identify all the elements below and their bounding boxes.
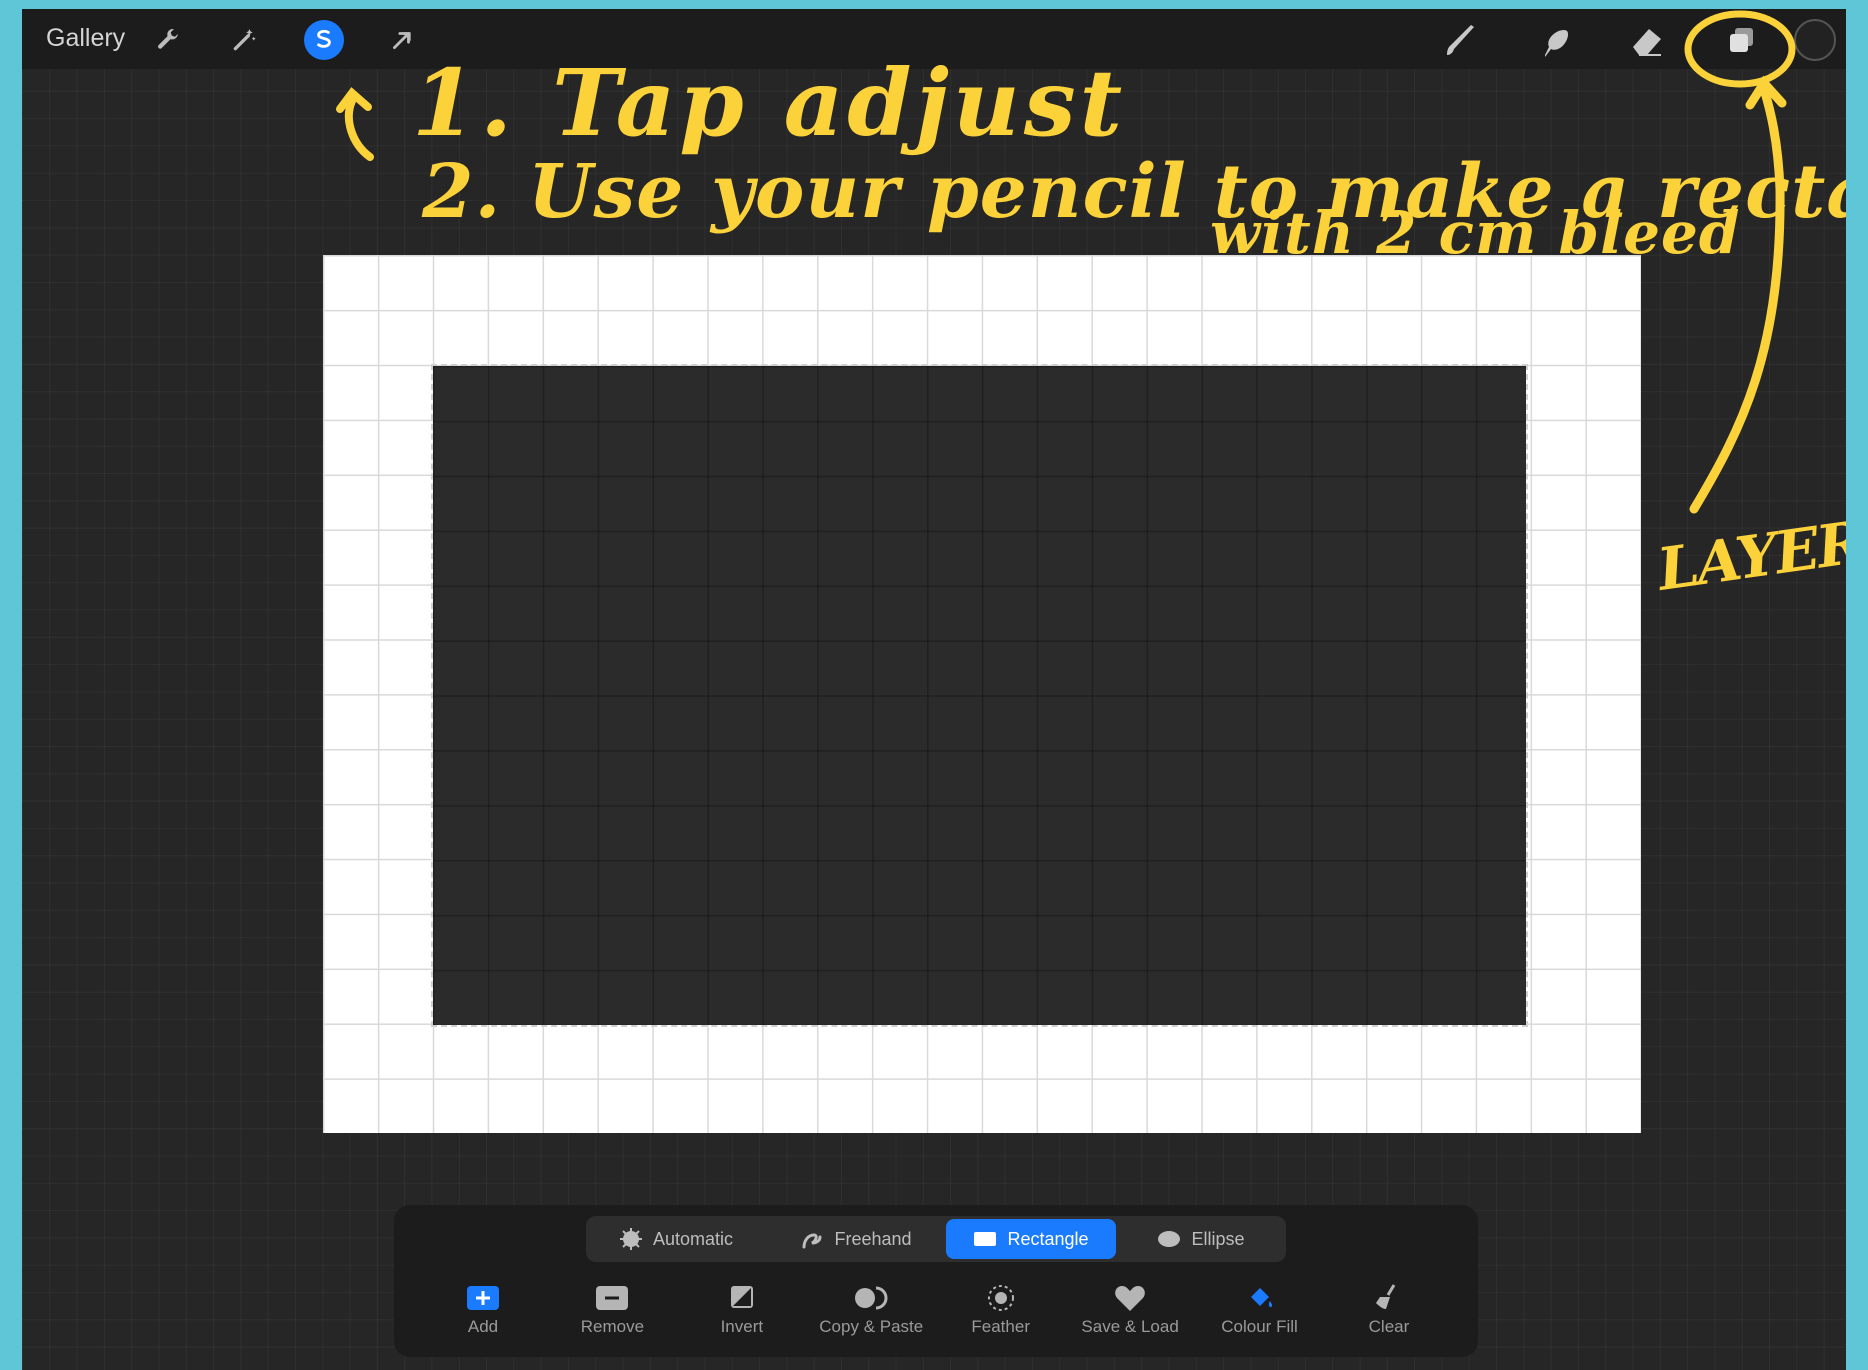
ellipse-icon [1158,1231,1181,1247]
annotation-arrow-adjust [336,87,374,161]
save-load-button[interactable]: Save & Load [1071,1283,1189,1353]
mode-label: Ellipse [1191,1228,1245,1249]
layers-icon[interactable] [1721,20,1763,62]
automatic-icon [619,1228,642,1250]
annotation-bleed: with 2 cm bleed [1210,199,1741,267]
annotation-step-1: 1. Tap adjust [412,49,1127,157]
selection-panel: Automatic Freehand Rectangle Ellipse Add [394,1205,1478,1357]
colour-fill-icon [1250,1288,1272,1308]
wrench-icon[interactable] [148,20,188,60]
mode-label: Rectangle [1007,1228,1089,1249]
feather-icon [987,1285,1014,1311]
rectangle-icon [974,1232,997,1246]
freehand-icon [802,1233,822,1249]
remove-icon [596,1286,629,1310]
add-button[interactable]: Add [424,1283,542,1353]
gallery-button[interactable]: Gallery [46,24,125,53]
selection-icon[interactable] [304,20,344,60]
mode-rectangle[interactable]: Rectangle [946,1219,1116,1259]
mode-freehand[interactable]: Freehand [766,1219,946,1259]
procreate-screen: Gallery 1. Tap adjust 2. Use your pencil… [22,9,1846,1370]
mode-label: Automatic [652,1228,734,1249]
mode-automatic[interactable]: Automatic [586,1219,766,1259]
invert-icon [730,1286,753,1308]
feather-button[interactable]: Feather [942,1283,1060,1353]
colour-fill-button[interactable]: Colour Fill [1201,1283,1319,1353]
selection-rectangle[interactable] [431,364,1528,1027]
invert-button[interactable]: Invert [683,1283,801,1353]
annotation-layers: LAYERS [1653,502,1846,604]
annotation-arrow-layers [1689,75,1787,514]
brush-icon[interactable] [1440,20,1482,62]
clear-button[interactable]: Clear [1330,1283,1448,1353]
selection-mode-bar: Automatic Freehand Rectangle Ellipse [586,1216,1286,1262]
magic-wand-icon[interactable] [224,20,264,60]
mode-label: Freehand [834,1228,912,1249]
eraser-icon[interactable] [1626,20,1668,62]
copy-paste-icon [855,1286,888,1310]
clear-icon [1375,1284,1396,1309]
heart-icon [1115,1286,1145,1311]
add-icon [467,1286,499,1310]
smudge-icon[interactable] [1534,20,1576,62]
mode-ellipse[interactable]: Ellipse [1116,1219,1286,1259]
drawing-canvas[interactable] [323,255,1641,1133]
copy-paste-button[interactable]: Copy & Paste [812,1283,930,1353]
color-swatch[interactable] [1794,19,1836,61]
selection-actions: Add Remove Invert Copy & Paste Feather S… [424,1283,1448,1353]
remove-button[interactable]: Remove [553,1283,671,1353]
